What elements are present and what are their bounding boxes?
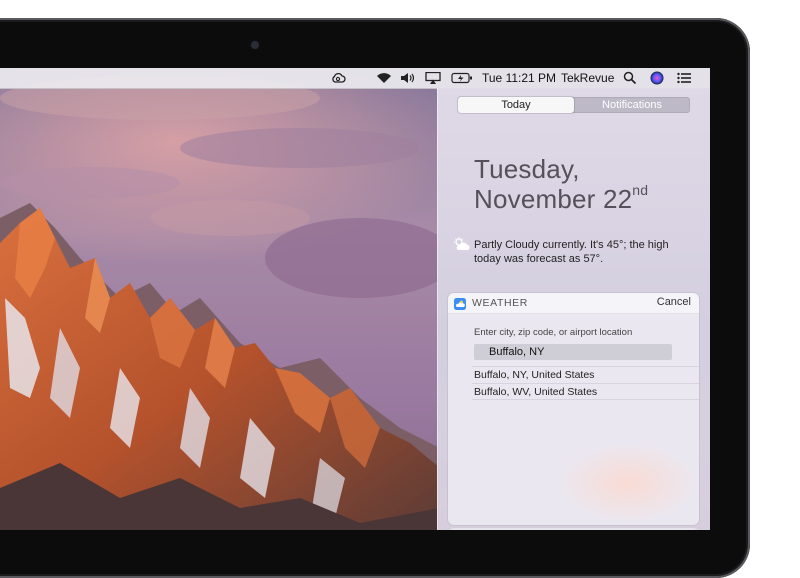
weather-widget-header: WEATHER Cancel xyxy=(448,293,699,314)
airplay-icon[interactable] xyxy=(425,68,441,88)
location-result[interactable]: Buffalo, NY, United States xyxy=(472,366,699,383)
menu-bar: Tue 11:21 PM TekRevue xyxy=(0,68,710,89)
weather-summary: Partly Cloudy currently. It's 45°; the h… xyxy=(474,239,669,265)
notification-center: Today Notifications Tuesday, November 22… xyxy=(437,88,710,530)
location-result-label: Buffalo, WV, United States xyxy=(474,385,598,398)
location-result-label: Buffalo, NY, United States xyxy=(474,369,595,381)
weather-widget: WEATHER Cancel Enter city, zip code, or … xyxy=(448,293,699,525)
widget-background-glow xyxy=(558,443,698,523)
wifi-icon[interactable] xyxy=(376,68,392,88)
clock-label: Tue 11:21 PM xyxy=(482,71,557,85)
creative-cloud-icon[interactable] xyxy=(330,68,346,88)
date-suffix: nd xyxy=(632,182,649,198)
location-result[interactable]: Buffalo, WV, United States xyxy=(472,383,699,400)
location-hint: Enter city, zip code, or airport locatio… xyxy=(474,327,633,338)
tab-today[interactable]: Today xyxy=(458,97,574,113)
clock-text[interactable]: Tue 11:21 PM xyxy=(482,68,556,88)
tab-notifications-label: Notifications xyxy=(602,99,662,111)
siri-icon[interactable] xyxy=(650,68,664,88)
weather-app-icon xyxy=(454,297,466,315)
date-month-day: November 22 xyxy=(474,184,633,214)
weather-widget-title: WEATHER xyxy=(472,297,528,309)
cancel-button[interactable]: Cancel xyxy=(657,296,691,308)
camera-icon xyxy=(251,41,259,49)
battery-icon[interactable] xyxy=(451,68,473,88)
tab-notifications[interactable]: Notifications xyxy=(574,97,690,113)
view-switcher: Today Notifications xyxy=(458,97,690,113)
tab-today-label: Today xyxy=(501,99,531,111)
user-menu[interactable]: TekRevue xyxy=(561,68,614,88)
location-search-input[interactable] xyxy=(474,344,672,360)
screen: Tue 11:21 PM TekRevue Today Notification… xyxy=(0,68,710,530)
spotlight-icon[interactable] xyxy=(623,68,637,88)
notification-center-icon[interactable] xyxy=(677,68,691,88)
date-line: November 22nd xyxy=(474,182,649,215)
partly-cloudy-icon xyxy=(453,237,471,256)
volume-icon[interactable] xyxy=(400,68,416,88)
user-label: TekRevue xyxy=(561,71,615,85)
date-weekday: Tuesday, xyxy=(474,154,580,184)
